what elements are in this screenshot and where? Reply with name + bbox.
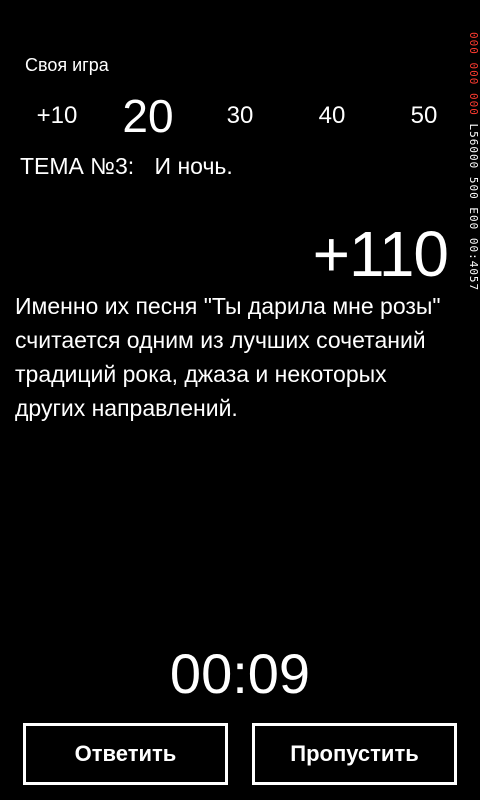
point-value-10: +10 xyxy=(36,102,78,129)
debug-strip: 000 000 000 L56000 500 E00 00:4057 xyxy=(466,32,480,592)
debug-white-text: L56000 500 E00 00:4057 xyxy=(467,123,480,292)
point-value-40: 40 xyxy=(318,102,346,129)
app-title: Своя игра xyxy=(25,55,109,75)
answer-button[interactable]: Ответить xyxy=(23,723,228,785)
topic-label: ТЕМА №3: xyxy=(20,153,135,179)
question-text: Именно их песня "Ты дарила мне розы" счи… xyxy=(15,293,441,421)
score-display: +110 xyxy=(312,218,449,290)
point-value-50: 50 xyxy=(410,102,438,129)
topic-line: ТЕМА №3: И ночь. xyxy=(20,152,233,180)
point-value-20: 20 xyxy=(122,90,174,142)
debug-red-text: 000 000 000 xyxy=(467,32,480,116)
points-row: +10 20 30 40 50 xyxy=(0,88,470,144)
topic-name: И ночь. xyxy=(154,153,233,179)
point-value-30: 30 xyxy=(226,102,254,129)
debug-overlay-text: 000 000 000 L56000 500 E00 00:4057 xyxy=(466,32,480,291)
countdown-timer: 00:09 xyxy=(169,642,311,705)
skip-button[interactable]: Пропустить xyxy=(252,723,457,785)
